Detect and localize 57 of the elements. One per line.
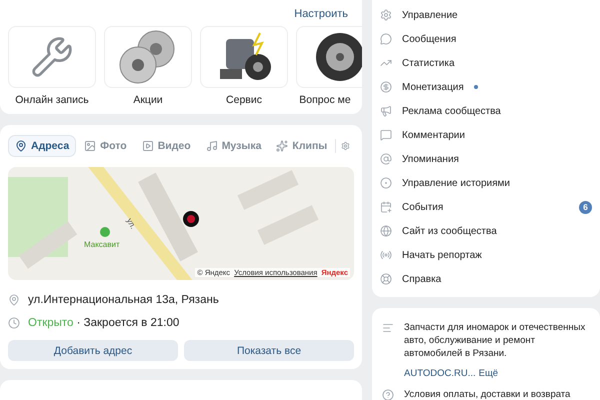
pharmacy-marker-icon	[100, 227, 110, 237]
clock-icon	[8, 316, 20, 328]
circle-icon	[380, 177, 392, 189]
hours-text: Открыто · Закроется в 21:00	[28, 316, 180, 328]
lifebuoy-icon	[380, 273, 392, 285]
service-label: Онлайн запись	[15, 94, 89, 106]
music-note-icon	[206, 140, 218, 152]
image-icon	[84, 140, 96, 152]
text-lines-icon	[382, 322, 394, 334]
more-link[interactable]: Ещё	[478, 368, 498, 382]
action-button[interactable]: Добавить адрес	[8, 340, 178, 361]
menu-item[interactable]: События 6	[372, 195, 600, 219]
location-marker-icon	[183, 211, 199, 227]
street-label: ул.	[124, 216, 138, 230]
terms-text: Условия оплаты, доставки и возврата	[404, 389, 570, 400]
comment-icon	[380, 129, 392, 141]
address-text: ул.Интернациональная 13а, Рязань	[28, 294, 219, 306]
menu-item[interactable]: Упоминания	[372, 147, 600, 171]
menu-item[interactable]: Управление историями	[372, 171, 600, 195]
service-label: Сервис	[226, 94, 262, 106]
wrench-icon	[30, 35, 74, 79]
megaphone-icon	[380, 105, 392, 117]
coin-icon	[380, 81, 392, 93]
chat-bubble-icon	[380, 33, 392, 45]
menu-item[interactable]: Справка	[372, 267, 600, 291]
broadcast-icon	[380, 249, 392, 261]
customize-link[interactable]: Настроить	[294, 8, 348, 20]
action-button[interactable]: Показать все	[184, 340, 354, 361]
service-tile[interactable]	[104, 26, 192, 88]
service-label: Акции	[133, 94, 163, 106]
pin-icon	[8, 294, 20, 306]
menu-item[interactable]: Сообщения	[372, 27, 600, 51]
at-sign-icon	[380, 153, 392, 165]
help-icon	[382, 389, 394, 400]
menu-item[interactable]: Сайт из сообщества	[372, 219, 600, 243]
service-label: Вопрос ме	[299, 94, 351, 106]
calendar-icon	[380, 201, 392, 213]
website-link[interactable]: AUTODOC.RU...	[404, 368, 476, 382]
menu-item[interactable]: Начать репортаж	[372, 243, 600, 267]
service-tile[interactable]	[200, 26, 288, 88]
settings-icon[interactable]	[341, 140, 350, 152]
play-icon	[142, 140, 154, 152]
menu-item[interactable]: Реклама сообщества	[372, 99, 600, 123]
pharmacy-label: Максавит	[84, 240, 120, 249]
pin-icon	[15, 140, 27, 152]
service-tile[interactable]	[8, 26, 96, 88]
menu-item[interactable]: Комментарии	[372, 123, 600, 147]
gear-icon	[380, 9, 392, 21]
menu-item[interactable]: Статистика	[372, 51, 600, 75]
sparkle-icon	[276, 140, 288, 152]
globe-icon	[380, 225, 392, 237]
count-badge: 6	[579, 200, 592, 214]
trend-line-icon	[380, 57, 392, 69]
tab[interactable]: Адреса	[8, 135, 76, 157]
description-text: Запчасти для иномарок и отечественных авто, обслуживание и ремонт автомобилей в Рязани.	[404, 322, 586, 360]
menu-item[interactable]: Монетизация	[372, 75, 600, 99]
menu-item[interactable]: Управление	[372, 3, 600, 27]
